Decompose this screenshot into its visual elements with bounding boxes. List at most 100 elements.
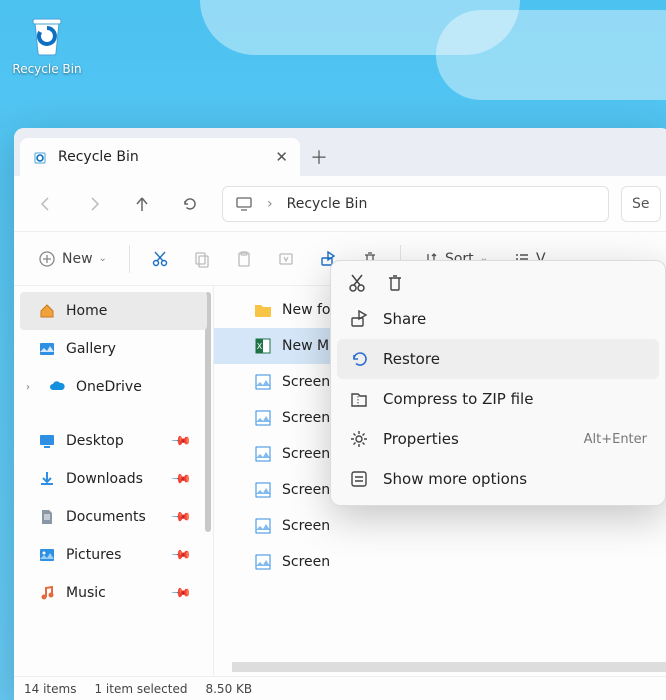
tab-bar: Recycle Bin ✕ ＋ [14, 128, 666, 176]
sidebar-item-documents[interactable]: Documents 📌 [20, 498, 207, 536]
more-icon [349, 469, 369, 489]
ctx-more-options[interactable]: Show more options [337, 459, 659, 499]
desktop-icon [38, 432, 56, 450]
sidebar-item-pictures[interactable]: Pictures 📌 [20, 536, 207, 574]
desktop-recycle-bin[interactable]: Recycle Bin [10, 10, 84, 76]
excel-file-icon: X [254, 337, 272, 355]
image-file-icon [254, 553, 272, 571]
new-button[interactable]: New ⌄ [28, 241, 117, 277]
status-count: 14 items [24, 682, 76, 696]
file-name: Screen [282, 374, 330, 390]
properties-icon [349, 429, 369, 449]
file-name: Screen [282, 446, 330, 462]
rename-button[interactable] [268, 241, 304, 277]
desktop-recycle-bin-label: Recycle Bin [10, 62, 84, 76]
pin-icon: 📌 [170, 430, 192, 452]
chevron-right-icon: › [26, 382, 30, 393]
sidebar-item-onedrive[interactable]: › OneDrive [20, 368, 207, 406]
status-bar: 14 items 1 item selected 8.50 KB [14, 676, 666, 700]
back-button[interactable] [24, 184, 68, 224]
sidebar-item-label: Downloads [66, 471, 143, 487]
paste-button[interactable] [226, 241, 262, 277]
monitor-icon [235, 195, 253, 213]
chevron-down-icon: ⌄ [99, 253, 107, 264]
ctx-cut-button[interactable] [347, 273, 367, 293]
ctx-restore[interactable]: Restore [337, 339, 659, 379]
recycle-bin-small-icon [32, 149, 48, 165]
breadcrumb-text: Recycle Bin [287, 196, 368, 212]
file-name: Screen [282, 482, 330, 498]
ctx-label: Show more options [383, 470, 527, 488]
sidebar-item-home[interactable]: Home [20, 292, 207, 330]
status-selected: 1 item selected [94, 682, 187, 696]
home-icon [38, 302, 56, 320]
ctx-delete-button[interactable] [385, 273, 405, 293]
downloads-icon [38, 470, 56, 488]
documents-icon [38, 508, 56, 526]
gallery-icon [38, 340, 56, 358]
ctx-label: Compress to ZIP file [383, 390, 533, 408]
image-file-icon [254, 409, 272, 427]
restore-icon [349, 349, 369, 369]
file-name: Screen [282, 554, 330, 570]
sidebar-item-desktop[interactable]: Desktop 📌 [20, 422, 207, 460]
status-size: 8.50 KB [205, 682, 252, 696]
file-name: Screen [282, 518, 330, 534]
context-menu: Share Restore Compress to ZIP file Prope… [330, 260, 666, 506]
music-icon [38, 584, 56, 602]
pin-icon: 📌 [170, 582, 192, 604]
ctx-label: Share [383, 310, 426, 328]
new-label: New [62, 251, 93, 267]
sidebar-item-label: Music [66, 585, 106, 601]
pin-icon: 📌 [170, 544, 192, 566]
address-bar: › Recycle Bin Se [14, 176, 666, 232]
sidebar-item-downloads[interactable]: Downloads 📌 [20, 460, 207, 498]
ctx-share[interactable]: Share [337, 299, 659, 339]
sidebar-item-label: Home [66, 303, 107, 319]
recycle-bin-icon [23, 10, 71, 58]
image-file-icon [254, 517, 272, 535]
sidebar-item-label: Pictures [66, 547, 121, 563]
refresh-button[interactable] [168, 184, 212, 224]
tab-title: Recycle Bin [58, 149, 139, 165]
file-row[interactable]: Screen [214, 544, 666, 580]
svg-text:X: X [257, 342, 263, 351]
sidebar-item-label: Gallery [66, 341, 116, 357]
ctx-label: Properties [383, 430, 459, 448]
ctx-label: Restore [383, 350, 440, 368]
search-box[interactable]: Se [621, 186, 661, 222]
divider [129, 245, 130, 273]
pin-icon: 📌 [170, 506, 192, 528]
file-row[interactable]: Screen [214, 508, 666, 544]
sidebar-item-label: OneDrive [76, 379, 142, 395]
up-button[interactable] [120, 184, 164, 224]
pictures-icon [38, 546, 56, 564]
chevron-right-icon: › [267, 196, 273, 212]
image-file-icon [254, 445, 272, 463]
sidebar-item-gallery[interactable]: Gallery [20, 330, 207, 368]
folder-icon [254, 301, 272, 319]
forward-button[interactable] [72, 184, 116, 224]
ctx-compress[interactable]: Compress to ZIP file [337, 379, 659, 419]
horizontal-scrollbar[interactable] [232, 662, 666, 672]
ctx-shortcut: Alt+Enter [584, 432, 647, 447]
sidebar: Home Gallery › OneDrive Desktop 📌 Downlo… [14, 286, 214, 676]
zip-icon [349, 389, 369, 409]
ctx-properties[interactable]: Properties Alt+Enter [337, 419, 659, 459]
sidebar-item-music[interactable]: Music 📌 [20, 574, 207, 612]
share-icon [349, 309, 369, 329]
close-tab-button[interactable]: ✕ [275, 148, 288, 166]
copy-button[interactable] [184, 241, 220, 277]
image-file-icon [254, 481, 272, 499]
new-tab-button[interactable]: ＋ [300, 138, 338, 176]
image-file-icon [254, 373, 272, 391]
file-name: Screen [282, 410, 330, 426]
onedrive-icon [48, 378, 66, 396]
pin-icon: 📌 [170, 468, 192, 490]
sidebar-item-label: Documents [66, 509, 146, 525]
sidebar-item-label: Desktop [66, 433, 124, 449]
breadcrumb-bar[interactable]: › Recycle Bin [222, 186, 609, 222]
cut-button[interactable] [142, 241, 178, 277]
tab-recycle-bin[interactable]: Recycle Bin ✕ [20, 138, 300, 176]
search-placeholder: Se [632, 196, 650, 212]
